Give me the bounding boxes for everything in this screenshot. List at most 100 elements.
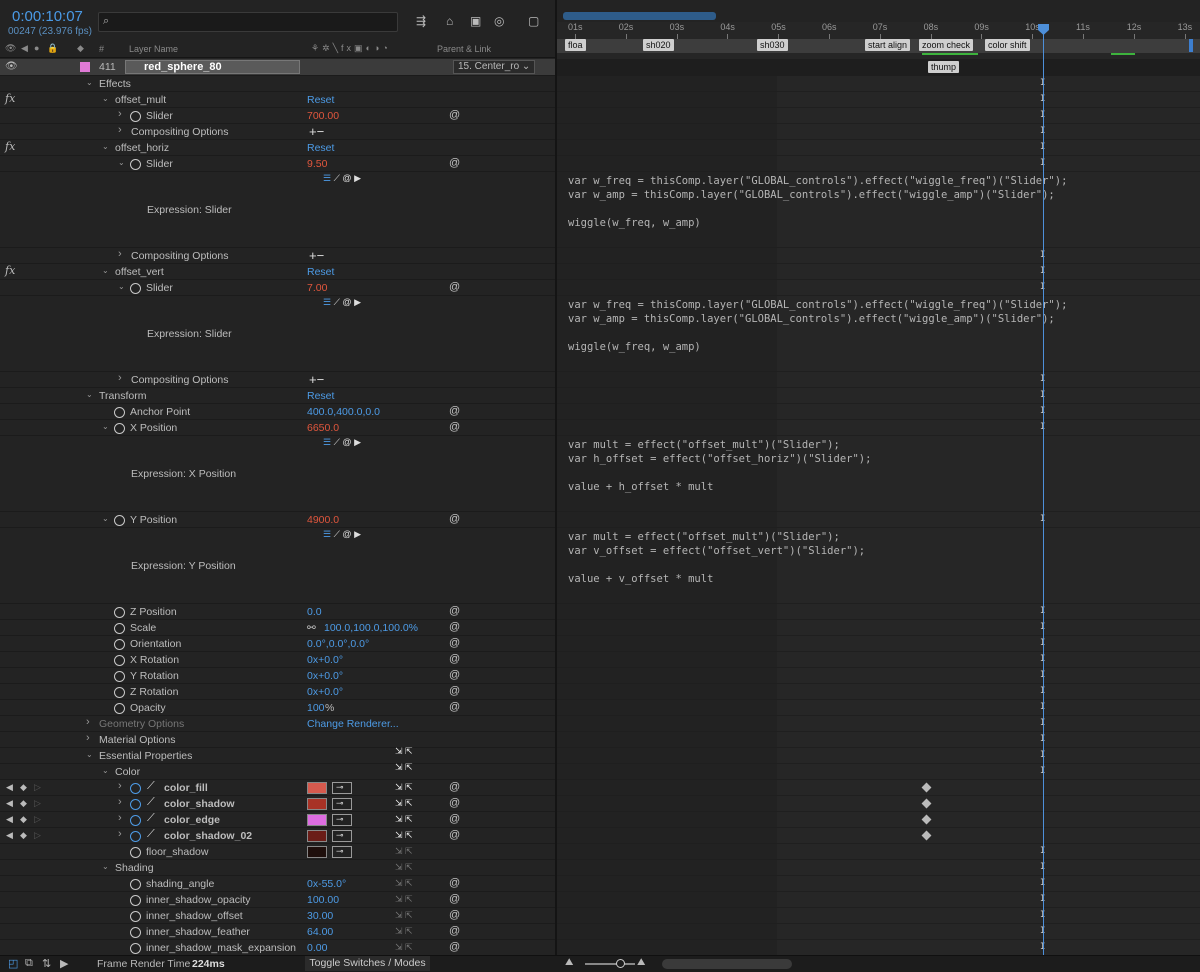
parent-dropdown[interactable]: 15. Center_ro ⌄ [453, 60, 535, 74]
property-row-offset-vert[interactable]: fx ⌄ offset_vert Reset [0, 264, 555, 280]
property-row-inner-shadow-mask-expansion[interactable]: inner_shadow_mask_expansion 0.00 @ ⇲ ⇱ [0, 940, 555, 955]
expression-pickwhip-icon[interactable]: @ [449, 941, 460, 953]
color-swatch-floor-shadow[interactable] [307, 846, 327, 858]
stopwatch-icon[interactable] [130, 799, 141, 810]
stopwatch-icon[interactable] [114, 655, 125, 666]
twirl-arrow-icon[interactable]: ⌄ [102, 266, 109, 275]
essential-graphics-icon[interactable]: ⇲ ⇱ [395, 926, 413, 937]
twirl-arrow-icon[interactable]: ⌄ [102, 862, 109, 871]
property-row-orientation[interactable]: Orientation 0.0°,0.0°,0.0° @ [0, 636, 555, 652]
essential-graphics-icon[interactable]: ⇲ ⇱ [395, 846, 413, 857]
visibility-eye-icon[interactable]: 👁 [5, 61, 18, 72]
toggle-panel-icon[interactable]: ◰ [8, 957, 18, 970]
expression-pickwhip-icon[interactable]: @ [449, 685, 460, 697]
property-row-color-shadow-02[interactable]: › ⟋ ◀ ◆ ▷ color_shadow_02 @ ⊸ ⇲ ⇱ [0, 828, 555, 844]
twirl-arrow-icon[interactable]: ⌄ [118, 158, 125, 167]
expression-pickwhip-icon[interactable]: @ [449, 893, 460, 905]
property-value[interactable]: 6650.0 [307, 422, 339, 434]
stopwatch-icon[interactable] [130, 831, 141, 842]
graph-icon[interactable]: ⟋ [334, 529, 340, 539]
fx-icon[interactable]: fx [5, 264, 15, 277]
solo-icon[interactable]: ● [34, 43, 39, 53]
twirl-arrow-icon[interactable]: › [118, 780, 122, 792]
expression-pickwhip-icon[interactable]: @ [449, 909, 460, 921]
property-value[interactable]: 100.00 [307, 894, 339, 906]
property-value[interactable]: 700.00 [307, 110, 339, 122]
expression-pickwhip-icon[interactable]: @ [449, 829, 460, 841]
next-keyframe-icon[interactable]: ▷ [34, 830, 41, 841]
add-keyframe-icon[interactable]: ◆ [20, 814, 27, 825]
draft-3d-icon[interactable]: ⌂ [446, 14, 453, 28]
twirl-arrow-icon[interactable]: › [118, 372, 122, 384]
property-row-geometry-options[interactable]: › Geometry Options Change Renderer... [0, 716, 555, 732]
layer-marker-thump[interactable]: thump [928, 61, 960, 73]
twirl-arrow-icon[interactable]: › [118, 796, 122, 808]
reset-link[interactable]: Reset [307, 142, 334, 154]
property-row-z-rotation[interactable]: Z Rotation 0x+0.0° @ [0, 684, 555, 700]
toggle-switches-modes-button[interactable]: Toggle Switches / Modes [305, 956, 430, 971]
property-value[interactable]: 64.00 [307, 926, 333, 938]
motion-blur-icon[interactable]: ◎ [494, 14, 504, 28]
expression-pickwhip-icon[interactable]: @ [449, 157, 460, 169]
property-value[interactable]: 0x+0.0° [307, 670, 343, 682]
prev-keyframe-icon[interactable]: ◀ [6, 830, 13, 841]
property-row-slider[interactable]: › Slider 700.00 @ [0, 108, 555, 124]
essential-graphics-icon[interactable]: ⇲ ⇱ [395, 798, 413, 809]
twirl-arrow-icon[interactable]: › [118, 124, 122, 136]
eye-icon[interactable]: 👁 [5, 43, 16, 54]
stopwatch-icon[interactable] [130, 847, 141, 858]
stopwatch-icon[interactable] [130, 283, 141, 294]
expression-pickwhip-icon[interactable]: @ [449, 925, 460, 937]
layer-name[interactable]: red_sphere_80 [144, 61, 222, 73]
property-row-anchor-point[interactable]: Anchor Point 400.0,400.0,0.0 @ [0, 404, 555, 420]
col-parent-link[interactable]: Parent & Link [437, 44, 491, 54]
expression-editor[interactable]: var mult = effect("offset_mult")("Slider… [568, 530, 865, 586]
expression-pickwhip-icon[interactable]: @ [449, 605, 460, 617]
property-row-y-rotation[interactable]: Y Rotation 0x+0.0° @ [0, 668, 555, 684]
essential-graphics-icon[interactable]: ⇲ ⇱ [395, 746, 413, 757]
expression-enable-icon[interactable]: ☰ [323, 437, 331, 447]
prev-keyframe-icon[interactable]: ◀ [6, 782, 13, 793]
property-row-inner-shadow-offset[interactable]: inner_shadow_offset 30.00 @ ⇲ ⇱ [0, 908, 555, 924]
property-row-effects[interactable]: ⌄ Effects [0, 76, 555, 92]
twirl-arrow-icon[interactable]: ⌄ [86, 78, 93, 87]
expression-pickwhip-icon[interactable]: @ [449, 621, 460, 633]
stopwatch-icon[interactable] [114, 671, 125, 682]
property-row-expression[interactable]: ☰ ⟋ @ ▶ Expression: Slider [0, 172, 555, 248]
expression-pickwhip-icon[interactable]: @ [449, 405, 460, 417]
expression-pickwhip-icon[interactable]: @ [449, 281, 460, 293]
add-keyframe-icon[interactable]: ◆ [20, 782, 27, 793]
reset-link[interactable]: Reset [307, 390, 334, 402]
graph-icon[interactable]: ⟋ [334, 297, 340, 307]
constrain-proportions-icon[interactable]: ⚯ [307, 622, 316, 634]
property-row-compositing-options[interactable]: › Compositing Options +− [0, 124, 555, 140]
twirl-arrow-icon[interactable]: › [118, 108, 122, 120]
fx-icon[interactable]: fx [5, 140, 15, 153]
zoom-out-icon[interactable]: ⛰ [565, 957, 573, 968]
render-time-icon[interactable]: ▶ [60, 957, 68, 970]
property-row-shading[interactable]: ⌄ Shading ⇲ ⇱ [0, 860, 555, 876]
twirl-arrow-icon[interactable]: ⌄ [102, 422, 109, 431]
expression-language-menu-icon[interactable]: ▶ [354, 297, 361, 307]
property-row-compositing-options[interactable]: › Compositing Options +− [0, 372, 555, 388]
stopwatch-icon[interactable] [130, 815, 141, 826]
timeline-scrollbar[interactable] [662, 959, 792, 969]
graph-icon[interactable]: ⟋ [147, 812, 155, 825]
property-row-x-position[interactable]: ⌄ X Position 6650.0 @ [0, 420, 555, 436]
keyframe-icon[interactable] [921, 814, 932, 825]
expression-pickwhip-icon[interactable]: @ [449, 701, 460, 713]
comp-marker[interactable]: color shift [985, 39, 1030, 51]
property-row-shading-angle[interactable]: shading_angle 0x-55.0° @ ⇲ ⇱ [0, 876, 555, 892]
color-swatch-color-fill[interactable] [307, 782, 327, 794]
zoom-slider[interactable] [585, 963, 635, 965]
stopwatch-icon[interactable] [114, 623, 125, 634]
comp-flowchart-icon[interactable]: ⇶ [416, 14, 426, 28]
essential-graphics-icon[interactable]: ⇲ ⇱ [395, 814, 413, 825]
layer-row[interactable]: 👁 411 red_sphere_80 15. Center_ro ⌄ [0, 59, 555, 76]
comp-marker[interactable]: sh020 [643, 39, 674, 51]
expression-enable-icon[interactable]: ☰ [323, 173, 331, 183]
expression-tools[interactable]: ☰ ⟋ @ ▶ [323, 173, 361, 184]
comp-mini-icon[interactable]: ⧉ [25, 957, 33, 970]
comp-marker[interactable]: floa [565, 39, 586, 51]
graph-icon[interactable]: ⟋ [147, 828, 155, 841]
